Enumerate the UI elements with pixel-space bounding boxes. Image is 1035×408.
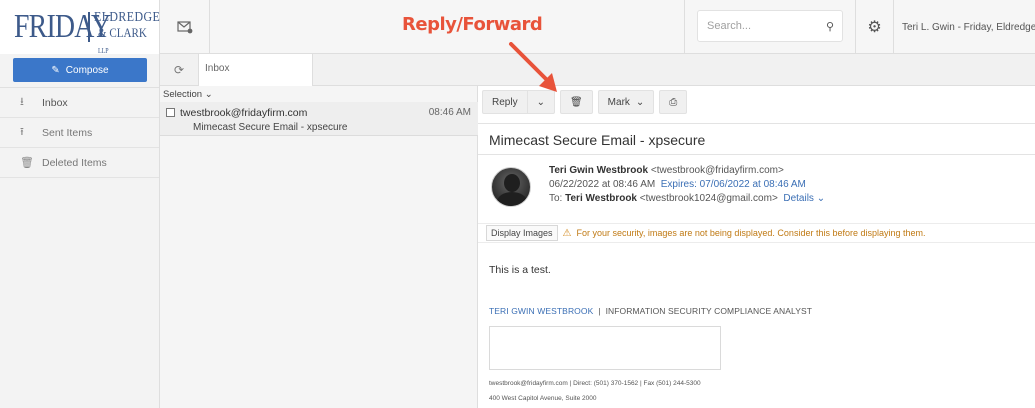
sidebar-item-label: Inbox: [42, 96, 68, 109]
mark-button[interactable]: Mark ⌄: [597, 90, 655, 114]
compose-label: Compose: [65, 64, 109, 76]
trash-icon: 🗑: [569, 96, 583, 108]
user-name[interactable]: Teri L. Gwin - Friday, Eldredge & Clark: [902, 22, 1035, 33]
signature-image-placeholder: [489, 326, 721, 370]
refresh-icon[interactable]: ⟳: [160, 54, 198, 86]
reading-pane: Reply ⌄ 🗑 Mark ⌄ ⎙ Mimecast Secure Email …: [478, 86, 1035, 408]
chevron-down-icon: ⌄: [635, 96, 645, 108]
signature-contact: twestbrook@fridayfirm.com | Direct: (501…: [489, 380, 701, 387]
message-list: Selection ⌄ twestbrook@fridayfirm.com 08…: [160, 86, 478, 408]
compose-button[interactable]: ✎ Compose: [13, 58, 147, 82]
recipient-line: To: Teri Westbrook <twestbrook1024@gmail…: [549, 193, 825, 204]
print-icon: ⎙: [669, 96, 678, 108]
message-subject: Mimecast Secure Email - xpsecure: [193, 122, 348, 133]
selection-dropdown[interactable]: Selection ⌄: [163, 89, 213, 100]
signature-separator: |: [598, 306, 601, 316]
email-body: This is a test.: [489, 264, 551, 276]
pencil-icon: ✎: [51, 64, 60, 76]
sender-line: Teri Gwin Westbrook <twestbrook@fridayfi…: [549, 165, 784, 176]
avatar-head: [504, 174, 520, 192]
avatar-body: [497, 192, 527, 206]
inbox-icon: ⭳: [20, 96, 24, 108]
display-images-button[interactable]: Display Images: [486, 225, 558, 241]
sidebar-item-label: Deleted Items: [42, 156, 107, 169]
envelope-icon: [176, 21, 192, 34]
sender-email: <twestbrook@fridayfirm.com>: [650, 165, 784, 176]
search-container: ⚲: [684, 0, 856, 54]
sender-header: Teri Gwin Westbrook <twestbrook@fridayfi…: [478, 155, 1035, 217]
security-notice: Display Images ⚠ For your security, imag…: [478, 223, 1035, 243]
search-box[interactable]: ⚲: [697, 10, 843, 42]
message-time: 08:46 AM: [428, 107, 471, 118]
security-warning-text: For your security, images are not being …: [576, 228, 926, 238]
sidebar-item-deleted-items[interactable]: 🗑 Deleted Items: [0, 148, 159, 178]
sidebar-item-label: Sent Items: [42, 126, 93, 139]
trash-icon: 🗑: [20, 157, 34, 169]
chevron-down-icon: ⌄: [536, 96, 545, 108]
logo-sub-text-1: ELDREDGE: [94, 10, 161, 25]
email-subject: Mimecast Secure Email - xpsecure: [478, 123, 1035, 155]
chevron-down-icon: ⌄: [204, 89, 213, 100]
list-item[interactable]: twestbrook@fridayfirm.com 08:46 AM Mimec…: [160, 102, 478, 136]
sender-name: Teri Gwin Westbrook: [549, 165, 649, 176]
expiry-date: Expires: 07/06/2022 at 08:46 AM: [660, 179, 806, 190]
signature-line: TERI GWIN WESTBROOK | INFORMATION SECURI…: [489, 306, 812, 316]
tab-inbox[interactable]: Inbox: [198, 54, 313, 86]
reply-forward-annotation: Reply/Forward: [402, 14, 543, 35]
search-input[interactable]: [707, 20, 807, 32]
logo-sub-text-2: & CLARK LLP: [98, 25, 147, 55]
sidebar-item-inbox[interactable]: ⭳ Inbox: [0, 88, 159, 118]
signature-title: INFORMATION SECURITY COMPLIANCE ANALYST: [605, 306, 813, 316]
warning-icon: ⚠: [562, 227, 572, 239]
details-link[interactable]: Details ⌄: [783, 193, 825, 204]
message-checkbox[interactable]: [166, 108, 175, 117]
to-prefix: To:: [549, 193, 563, 204]
sent-icon: ⭱: [20, 126, 24, 138]
search-icon[interactable]: ⚲: [826, 20, 834, 33]
sidebar-item-sent-items[interactable]: ⭱ Sent Items: [0, 118, 159, 148]
signature-name: TERI GWIN WESTBROOK: [489, 306, 594, 316]
recipient-name: Teri Westbrook: [565, 193, 637, 204]
avatar: [491, 167, 531, 207]
signature-address: 400 West Capitol Avenue, Suite 2000: [489, 395, 597, 402]
chevron-down-icon: ⌄: [816, 193, 826, 204]
firm-logo[interactable]: FRIDAY ELDREDGE & CLARK LLP: [0, 0, 161, 55]
folder-tab-bar: ⟳ Inbox: [160, 54, 1035, 86]
annotation-arrow: [509, 42, 557, 92]
sidebar: ✎ Compose ⭳ Inbox ⭱ Sent Items 🗑 Deleted…: [0, 54, 160, 408]
sent-date: 06/22/2022 at 08:46 AM: [549, 179, 656, 190]
print-button[interactable]: ⎙: [659, 90, 688, 114]
folder-nav: ⭳ Inbox ⭱ Sent Items 🗑 Deleted Items: [0, 87, 159, 178]
recipient-email: <twestbrook1024@gmail.com>: [639, 193, 778, 204]
logo-divider: [88, 12, 90, 42]
gear-icon[interactable]: ⚙: [856, 0, 894, 54]
message-sender: twestbrook@fridayfirm.com: [180, 107, 308, 119]
date-line: 06/22/2022 at 08:46 AM Expires: 07/06/20…: [549, 179, 806, 190]
mail-icon[interactable]: [160, 0, 210, 54]
